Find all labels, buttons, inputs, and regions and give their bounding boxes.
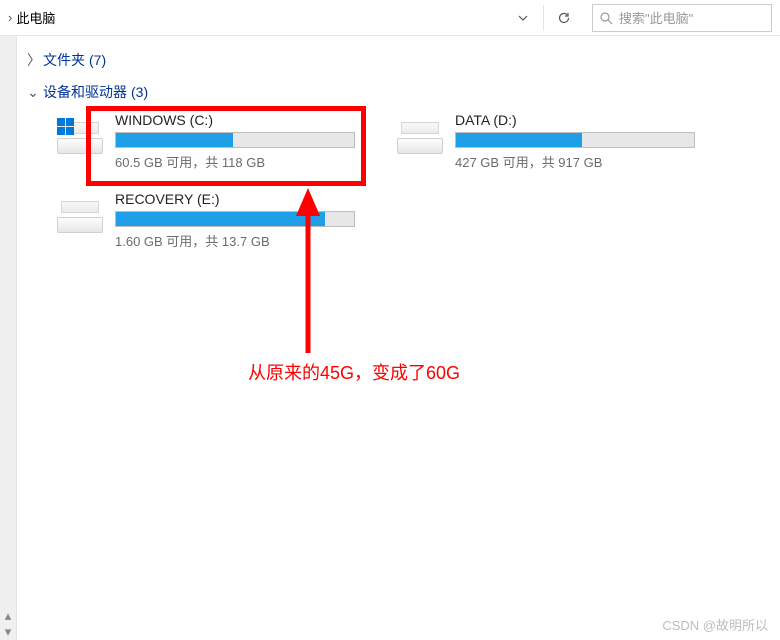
drive-stats: 427 GB 可用，共 917 GB bbox=[455, 152, 697, 171]
drives-grid: WINDOWS (C:) 60.5 GB 可用，共 118 GB DATA (D… bbox=[17, 108, 737, 250]
chevron-down-icon: ⌄ bbox=[27, 84, 39, 101]
drive-stats: 1.60 GB 可用，共 13.7 GB bbox=[115, 231, 357, 250]
usage-bar bbox=[455, 132, 695, 148]
divider bbox=[543, 5, 544, 31]
drive-item[interactable]: RECOVERY (E:) 1.60 GB 可用，共 13.7 GB bbox=[57, 191, 357, 250]
section-count: (7) bbox=[89, 52, 106, 68]
drive-name: WINDOWS (C:) bbox=[115, 112, 357, 128]
refresh-icon bbox=[557, 11, 571, 25]
usage-fill bbox=[456, 133, 582, 147]
usage-fill bbox=[116, 212, 325, 226]
left-scrollbar[interactable]: ▴ ▾ bbox=[0, 36, 16, 640]
drive-item[interactable]: DATA (D:) 427 GB 可用，共 917 GB bbox=[397, 112, 697, 171]
drive-icon bbox=[57, 197, 103, 233]
drive-name: RECOVERY (E:) bbox=[115, 191, 357, 207]
search-icon bbox=[599, 11, 613, 25]
section-folders[interactable]: 〉 文件夹 (7) bbox=[17, 44, 780, 76]
chevron-right-icon: 〉 bbox=[27, 50, 39, 70]
section-label: 文件夹 bbox=[43, 50, 85, 70]
scroll-down-icon[interactable]: ▾ bbox=[0, 624, 16, 640]
chevron-down-icon bbox=[518, 13, 528, 23]
drive-stats: 60.5 GB 可用，共 118 GB bbox=[115, 152, 357, 171]
drive-item[interactable]: WINDOWS (C:) 60.5 GB 可用，共 118 GB bbox=[57, 112, 357, 171]
watermark: CSDN @故明所以 bbox=[662, 615, 768, 634]
search-input[interactable]: 搜索"此电脑" bbox=[592, 4, 772, 32]
breadcrumb-separator-icon: › bbox=[8, 10, 12, 25]
drive-name: DATA (D:) bbox=[455, 112, 697, 128]
drive-info: WINDOWS (C:) 60.5 GB 可用，共 118 GB bbox=[115, 112, 357, 171]
drive-windows-icon bbox=[57, 118, 103, 154]
usage-bar bbox=[115, 211, 355, 227]
refresh-button[interactable] bbox=[550, 4, 578, 32]
usage-bar bbox=[115, 132, 355, 148]
drive-info: DATA (D:) 427 GB 可用，共 917 GB bbox=[455, 112, 697, 171]
address-bar: › 此电脑 搜索"此电脑" bbox=[0, 0, 780, 36]
scroll-up-icon[interactable]: ▴ bbox=[0, 608, 16, 624]
usage-fill bbox=[116, 133, 233, 147]
section-count: (3) bbox=[131, 84, 148, 100]
search-placeholder: 搜索"此电脑" bbox=[619, 8, 693, 27]
breadcrumb[interactable]: › 此电脑 bbox=[8, 8, 503, 27]
drive-icon bbox=[397, 118, 443, 154]
section-label: 设备和驱动器 bbox=[43, 82, 127, 102]
annotation-text: 从原来的45G，变成了60G bbox=[248, 359, 460, 385]
content-area: ▴ ▾ 〉 文件夹 (7) ⌄ 设备和驱动器 (3) WINDOWS (C:) bbox=[0, 36, 780, 640]
main-panel: 〉 文件夹 (7) ⌄ 设备和驱动器 (3) WINDOWS (C:) 60.5… bbox=[17, 36, 780, 640]
dropdown-button[interactable] bbox=[509, 4, 537, 32]
section-devices[interactable]: ⌄ 设备和驱动器 (3) bbox=[17, 76, 780, 108]
drive-info: RECOVERY (E:) 1.60 GB 可用，共 13.7 GB bbox=[115, 191, 357, 250]
address-actions bbox=[509, 4, 578, 32]
windows-logo-icon bbox=[57, 118, 75, 136]
breadcrumb-location: 此电脑 bbox=[16, 8, 55, 27]
